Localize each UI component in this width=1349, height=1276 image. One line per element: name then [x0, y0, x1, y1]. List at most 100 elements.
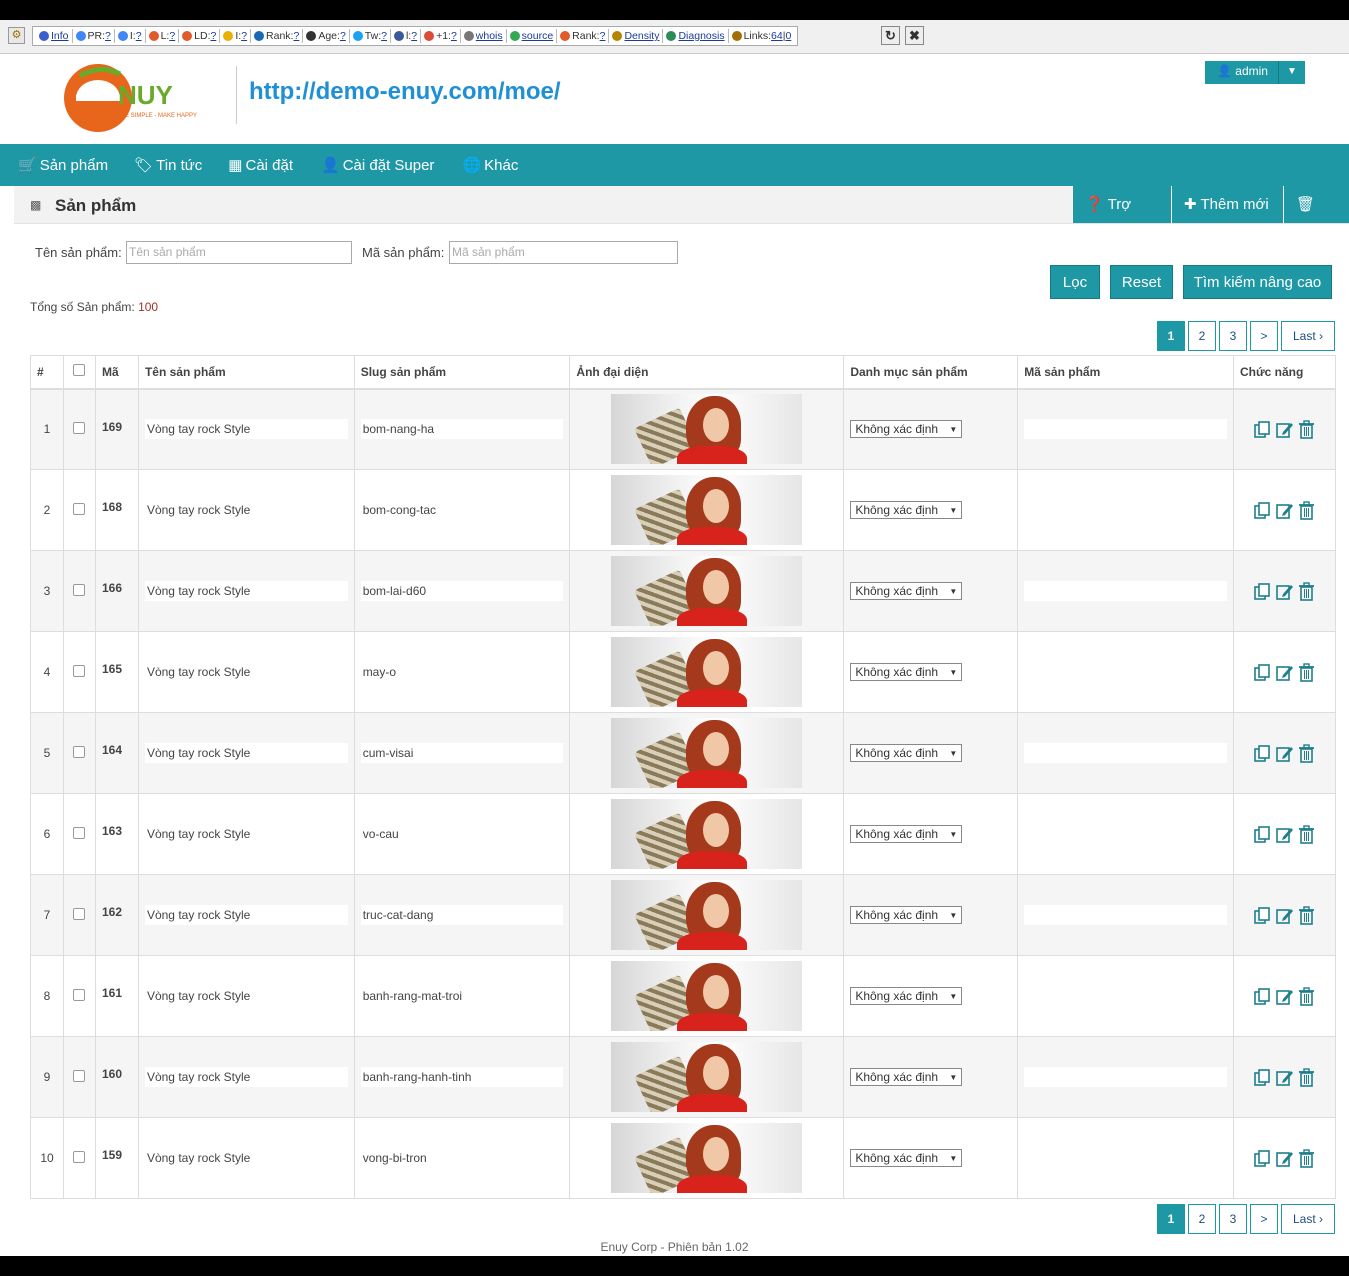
row-checkbox[interactable]	[73, 907, 86, 920]
category-select[interactable]: Không xác định ▼	[850, 582, 963, 600]
edit-icon[interactable]	[1275, 825, 1294, 844]
row-code-input[interactable]	[1024, 419, 1227, 440]
trash-icon[interactable]	[1297, 662, 1316, 682]
row-name-input[interactable]: Vòng tay rock Style	[144, 986, 348, 1006]
row-slug-input[interactable]: bom-lai-d60	[360, 581, 564, 601]
row-checkbox[interactable]	[73, 1069, 86, 1082]
copy-icon[interactable]	[1253, 1149, 1272, 1168]
copy-icon[interactable]	[1253, 420, 1272, 439]
row-code-input[interactable]	[1024, 662, 1227, 682]
seo-item-value2[interactable]: 0	[785, 30, 791, 42]
product-thumbnail[interactable]	[611, 475, 803, 545]
product-thumbnail[interactable]	[611, 961, 803, 1031]
row-slug-input[interactable]: cum-visai	[360, 743, 564, 763]
seo-item-link[interactable]: Density	[624, 30, 659, 42]
copy-icon[interactable]	[1253, 825, 1272, 844]
col-name[interactable]: Tên sản phẩm	[137, 355, 355, 390]
seo-item-value[interactable]: ?	[451, 30, 457, 42]
user-button[interactable]: 👤 admin	[1205, 61, 1279, 84]
seo-item[interactable]: Links: 64 | 0	[729, 29, 795, 43]
seo-item-link[interactable]: Info	[51, 30, 69, 42]
product-thumbnail[interactable]	[611, 880, 803, 950]
edit-icon[interactable]	[1275, 663, 1294, 682]
reset-button[interactable]: Reset	[1110, 265, 1173, 299]
trash-icon[interactable]	[1297, 986, 1316, 1006]
row-slug-input[interactable]: vong-bi-tron	[360, 1148, 564, 1168]
chevron-down-icon[interactable]: ▼	[1278, 61, 1305, 84]
seo-item[interactable]: Density	[609, 29, 664, 43]
toolbar-gear-icon[interactable]: ⚙	[8, 27, 25, 44]
page-3-button[interactable]: 3	[1219, 321, 1247, 351]
trash-icon[interactable]	[1297, 1148, 1316, 1168]
page-3-button[interactable]: 3	[1219, 1204, 1247, 1234]
row-checkbox[interactable]	[73, 502, 86, 515]
seo-item[interactable]: LD: ?	[179, 29, 221, 43]
advanced-search-button[interactable]: Tìm kiếm nâng cao	[1183, 265, 1332, 299]
product-thumbnail[interactable]	[611, 637, 803, 707]
add-new-button[interactable]: ✚ Thêm mới	[1171, 186, 1283, 223]
seo-item-value[interactable]: ?	[340, 30, 346, 42]
row-code-input[interactable]	[1024, 986, 1227, 1006]
row-slug-input[interactable]: bom-cong-tac	[360, 500, 564, 520]
nav-item[interactable]: ▦ Cài đặt	[228, 156, 293, 175]
edit-icon[interactable]	[1275, 1068, 1294, 1087]
seo-item[interactable]: L: ?	[146, 29, 180, 43]
seo-item-value[interactable]: ?	[381, 30, 387, 42]
seo-item[interactable]: Age: ?	[303, 29, 350, 43]
row-code-input[interactable]	[1024, 581, 1227, 601]
seo-item[interactable]: Rank: ?	[557, 29, 610, 43]
row-checkbox[interactable]	[73, 1150, 86, 1163]
row-name-input[interactable]: Vòng tay rock Style	[144, 581, 348, 601]
row-name-input[interactable]: Vòng tay rock Style	[144, 419, 348, 440]
seo-item[interactable]: Info	[36, 29, 73, 43]
seo-item-link[interactable]: Diagnosis	[678, 30, 724, 42]
row-checkbox[interactable]	[73, 421, 86, 434]
col-slug[interactable]: Slug sản phẩm	[353, 355, 571, 390]
copy-icon[interactable]	[1253, 744, 1272, 763]
page-2-button[interactable]: 2	[1188, 321, 1216, 351]
name-filter-input[interactable]: Tên sản phẩm	[126, 241, 352, 264]
col-code[interactable]: Mã sản phẩm	[1017, 355, 1234, 390]
page-1-button[interactable]: 1	[1157, 321, 1185, 351]
trash-icon[interactable]	[1297, 1067, 1316, 1087]
category-select[interactable]: Không xác định ▼	[850, 906, 963, 924]
trash-icon[interactable]	[1297, 581, 1316, 601]
row-slug-input[interactable]: may-o	[360, 662, 564, 682]
row-slug-input[interactable]: bom-nang-ha	[360, 419, 564, 440]
seo-item[interactable]: I: ?	[115, 29, 146, 43]
last-page-button[interactable]: Last ›	[1281, 321, 1335, 351]
row-name-input[interactable]: Vòng tay rock Style	[144, 500, 348, 520]
edit-icon[interactable]	[1275, 987, 1294, 1006]
last-page-button[interactable]: Last ›	[1281, 1204, 1335, 1234]
copy-icon[interactable]	[1253, 1068, 1272, 1087]
row-checkbox[interactable]	[73, 664, 86, 677]
seo-item[interactable]: whois	[461, 29, 507, 43]
row-slug-input[interactable]: vo-cau	[360, 824, 564, 844]
row-checkbox[interactable]	[73, 745, 86, 758]
edit-icon[interactable]	[1275, 1149, 1294, 1168]
row-code-input[interactable]	[1024, 824, 1227, 844]
edit-icon[interactable]	[1275, 906, 1294, 925]
category-select[interactable]: Không xác định ▼	[850, 1068, 963, 1086]
seo-item-value[interactable]: ?	[169, 30, 175, 42]
code-filter-input[interactable]: Mã sản phẩm	[449, 241, 678, 264]
trash-icon[interactable]	[1297, 905, 1316, 925]
next-page-button[interactable]: >	[1250, 321, 1278, 351]
site-url-link[interactable]: http://demo-enuy.com/moe/	[249, 78, 561, 106]
row-checkbox[interactable]	[73, 826, 86, 839]
row-code-input[interactable]	[1024, 905, 1227, 925]
category-select[interactable]: Không xác định ▼	[850, 663, 963, 681]
product-thumbnail[interactable]	[611, 1042, 803, 1112]
copy-icon[interactable]	[1253, 582, 1272, 601]
edit-icon[interactable]	[1275, 744, 1294, 763]
seo-item[interactable]: Diagnosis	[663, 29, 729, 43]
seo-item-value[interactable]: ?	[241, 30, 247, 42]
product-thumbnail[interactable]	[611, 799, 803, 869]
user-menu[interactable]: 👤 admin ▼	[1205, 61, 1305, 84]
refresh-icon[interactable]: ↻	[881, 26, 900, 45]
trash-icon[interactable]	[1297, 420, 1316, 439]
seo-item[interactable]: Tw: ?	[350, 29, 391, 43]
trash-icon[interactable]	[1297, 824, 1316, 844]
seo-item[interactable]: Rank: ?	[251, 29, 304, 43]
seo-item-value[interactable]: ?	[293, 30, 299, 42]
